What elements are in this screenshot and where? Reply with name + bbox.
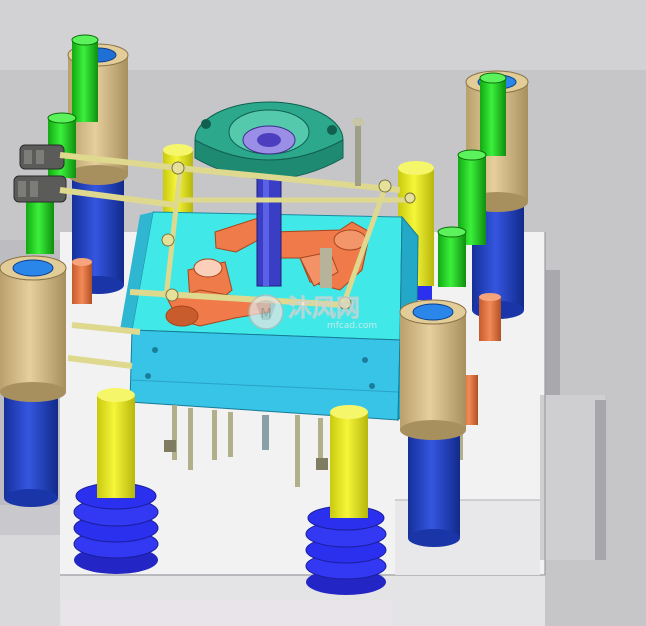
cad-scene[interactable]: M 沐风网 mfcad.com [0, 0, 646, 626]
watermark-logo-icon: M [248, 294, 284, 330]
svg-text:M: M [260, 307, 271, 322]
cad-3d-viewport[interactable]: M 沐风网 mfcad.com [0, 0, 646, 626]
guide-post-front-left [0, 255, 67, 507]
watermark-title: 沐风网 [288, 294, 360, 322]
guide-post-front-right [399, 299, 467, 547]
watermark-url: mfcad.com [327, 321, 377, 331]
